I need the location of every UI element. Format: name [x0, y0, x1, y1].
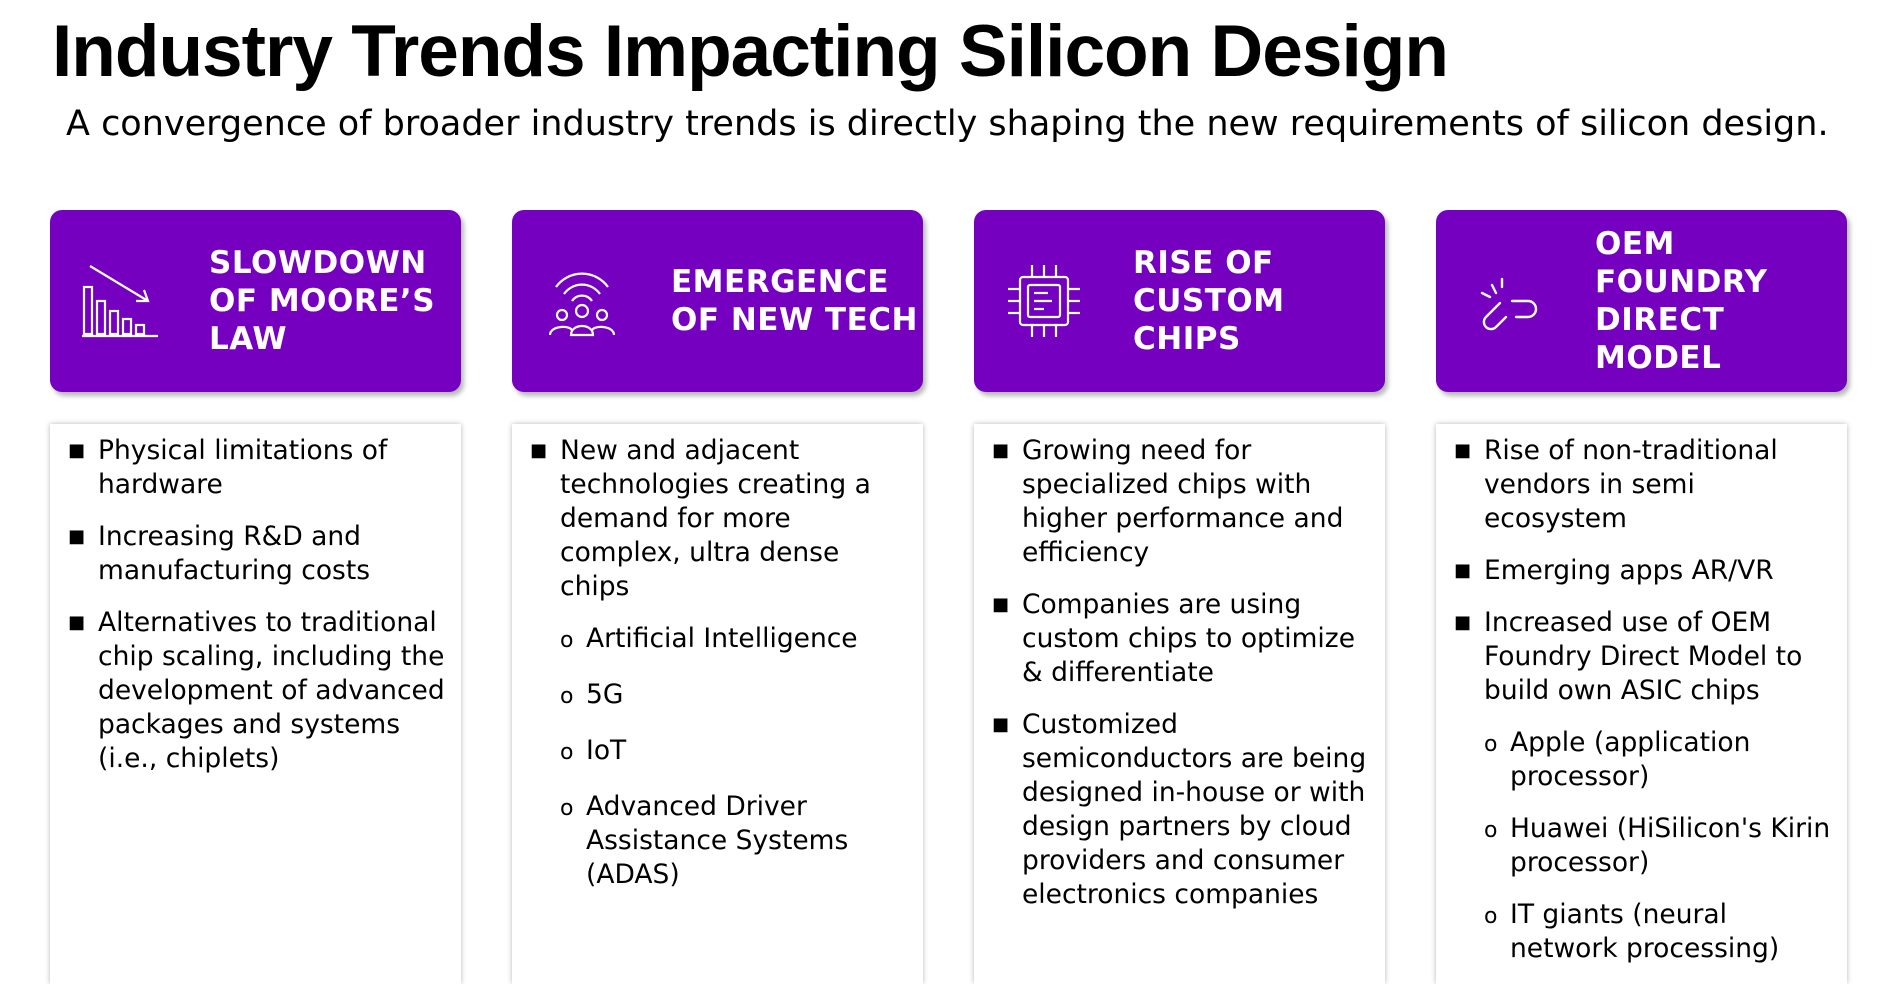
- trend-heading: OEM FOUNDRY DIRECT MODEL: [1595, 226, 1768, 376]
- trend-body: ■ Growing need for specialized chips with…: [974, 424, 1385, 984]
- list-item: ■ Physical limitations of hardware: [68, 435, 388, 500]
- list-item: ■ Alternatives to traditional chip scalin…: [68, 607, 445, 774]
- square-bullet-icon: ■: [992, 440, 1010, 461]
- trend-header: EMERGENCE OF NEW TECH: [512, 210, 923, 392]
- trend-heading: RISE OF CUSTOM CHIPS: [1133, 245, 1285, 357]
- list-item: ■ Companies are using custom chips to opt…: [992, 589, 1355, 688]
- list-item: ■ Growing need for specialized chips with…: [992, 435, 1344, 568]
- chip-icon: [1008, 265, 1080, 337]
- square-bullet-icon: ■: [1454, 440, 1472, 461]
- trend-header: SLOWDOWN OF MOORE’S LAW: [50, 210, 461, 392]
- circle-bullet-icon: o: [1484, 904, 1498, 929]
- trend-header: OEM FOUNDRY DIRECT MODEL: [1436, 210, 1847, 392]
- square-bullet-icon: ■: [68, 526, 86, 547]
- trend-body: ■ Physical limitations of hardware ■ Incre…: [50, 424, 461, 984]
- sub-list-item: o Artificial Intelligence: [560, 622, 911, 660]
- list-item: ■ Increasing R&D and manufacturing costs: [68, 521, 371, 586]
- square-bullet-icon: ■: [992, 714, 1010, 735]
- square-bullet-icon: ■: [1454, 612, 1472, 633]
- circle-bullet-icon: o: [560, 628, 574, 653]
- trend-column-custom-chips: RISE OF CUSTOM CHIPS ■ Growing need for s…: [974, 210, 1385, 984]
- list-item: ■ New and adjacent technologies creating …: [530, 435, 871, 602]
- list-item: ■ Rise of non-traditional vendors in semi…: [1454, 435, 1778, 534]
- trend-body: ■ New and adjacent technologies creating …: [512, 424, 923, 984]
- list-item: ■ Increased use of OEM Foundry Direct Mod…: [1454, 607, 1803, 706]
- trend-heading: EMERGENCE OF NEW TECH: [671, 264, 918, 338]
- list-item: ■ Customized semiconductors are being des…: [992, 709, 1367, 910]
- page-title: Industry Trends Impacting Silicon Design: [52, 11, 1449, 92]
- trend-body: ■ Rise of non-traditional vendors in semi…: [1436, 424, 1847, 984]
- circle-bullet-icon: o: [1484, 818, 1498, 843]
- sub-list-item: o Apple (application processor): [1484, 727, 1751, 792]
- square-bullet-icon: ■: [1454, 560, 1472, 581]
- page-subtitle: A convergence of broader industry trends…: [66, 104, 1829, 144]
- square-bullet-icon: ■: [68, 612, 86, 633]
- trend-column-moores-law: SLOWDOWN OF MOORE’S LAW ■ Physical limita…: [50, 210, 461, 984]
- circle-bullet-icon: o: [560, 796, 574, 821]
- circle-bullet-icon: o: [560, 684, 574, 709]
- square-bullet-icon: ■: [992, 594, 1010, 615]
- sub-list-item: o Advanced Driver Assistance Systems (ADA…: [560, 791, 849, 890]
- declining-bar-chart-icon: [82, 265, 158, 338]
- square-bullet-icon: ■: [530, 440, 548, 461]
- sub-list-item: o 5G: [560, 678, 911, 716]
- circle-bullet-icon: o: [1484, 732, 1498, 757]
- square-bullet-icon: ■: [68, 440, 86, 461]
- connected-people-icon: [548, 272, 616, 337]
- broken-link-icon: [1480, 277, 1538, 331]
- sub-list-item: o IT giants (neural network processing): [1484, 899, 1780, 964]
- circle-bullet-icon: o: [560, 740, 574, 765]
- sub-list-item: o IoT: [560, 734, 911, 772]
- trend-header: RISE OF CUSTOM CHIPS: [974, 210, 1385, 392]
- trend-column-new-tech: EMERGENCE OF NEW TECH ■ New and adjacent …: [512, 210, 923, 984]
- trend-column-oem-foundry: OEM FOUNDRY DIRECT MODEL ■ Rise of non-tr…: [1436, 210, 1847, 984]
- list-item: ■ Emerging apps AR/VR: [1454, 555, 1774, 586]
- trend-heading: SLOWDOWN OF MOORE’S LAW: [209, 245, 436, 357]
- sub-list-item: o Huawei (HiSilicon's Kirin processor): [1484, 813, 1831, 878]
